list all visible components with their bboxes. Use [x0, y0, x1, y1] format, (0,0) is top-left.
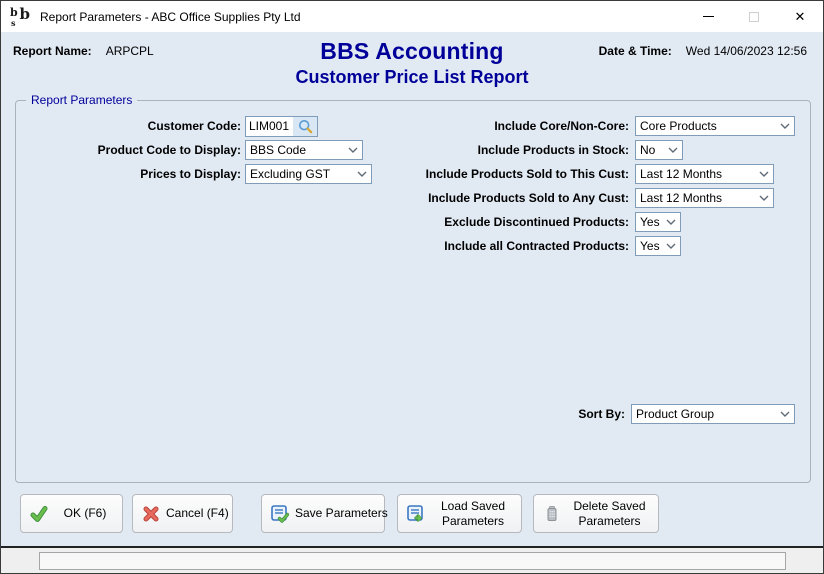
- sold-any-cust-combo[interactable]: Last 12 Months: [635, 188, 774, 208]
- load-saved-parameters-label: Load Saved Parameters: [431, 499, 515, 528]
- chevron-down-icon: [780, 123, 790, 129]
- combo-value: Product Group: [636, 407, 780, 421]
- close-button[interactable]: ✕: [777, 1, 823, 32]
- save-parameters-button[interactable]: Save Parameters: [261, 494, 385, 533]
- chevron-down-icon: [759, 195, 769, 201]
- status-bar: [1, 548, 823, 574]
- sold-this-cust-combo[interactable]: Last 12 Months: [635, 164, 774, 184]
- exclude-discontinued-combo[interactable]: Yes: [635, 212, 681, 232]
- chevron-down-icon: [348, 147, 358, 153]
- delete-saved-parameters-button[interactable]: Delete Saved Parameters: [533, 494, 659, 533]
- combo-value: No: [640, 143, 668, 157]
- combo-value: Last 12 Months: [640, 191, 759, 205]
- bbs-app-icon: b s b: [10, 7, 32, 27]
- sort-by-label: Sort By:: [431, 404, 625, 424]
- cross-icon: [142, 505, 160, 523]
- product-code-display-combo[interactable]: BBS Code: [245, 140, 363, 160]
- include-contracted-label: Include all Contracted Products:: [391, 236, 629, 256]
- window-title: Report Parameters - ABC Office Supplies …: [40, 10, 301, 24]
- datetime-row: Date & Time: Wed 14/06/2023 12:56: [599, 44, 807, 58]
- customer-code-label: Customer Code:: [11, 116, 241, 136]
- chevron-down-icon: [357, 171, 367, 177]
- delete-saved-parameters-label: Delete Saved Parameters: [567, 499, 652, 528]
- save-disk-icon: [271, 505, 289, 523]
- ok-button[interactable]: OK (F6): [20, 494, 123, 533]
- datetime-value: Wed 14/06/2023 12:56: [686, 44, 807, 58]
- maximize-icon: [749, 12, 759, 22]
- logo-letter: b: [20, 7, 31, 22]
- include-contracted-combo[interactable]: Yes: [635, 236, 681, 256]
- combo-value: BBS Code: [250, 143, 348, 157]
- chevron-down-icon: [780, 411, 790, 417]
- combo-value: Yes: [640, 215, 666, 229]
- chevron-down-icon: [666, 243, 676, 249]
- minimize-button[interactable]: [685, 1, 731, 32]
- chevron-down-icon: [668, 147, 678, 153]
- prices-display-label: Prices to Display:: [11, 164, 241, 184]
- chevron-down-icon: [759, 171, 769, 177]
- title-bar: b s b Report Parameters - ABC Office Sup…: [1, 1, 823, 32]
- prices-display-combo[interactable]: Excluding GST: [245, 164, 372, 184]
- include-core-label: Include Core/Non-Core:: [391, 116, 629, 136]
- sold-any-cust-label: Include Products Sold to Any Cust:: [391, 188, 629, 208]
- load-saved-parameters-button[interactable]: Load Saved Parameters: [397, 494, 522, 533]
- close-icon: ✕: [795, 10, 806, 23]
- exclude-discontinued-label: Exclude Discontinued Products:: [391, 212, 629, 232]
- save-parameters-label: Save Parameters: [295, 506, 388, 520]
- chevron-down-icon: [666, 219, 676, 225]
- magnifier-icon: [298, 119, 313, 134]
- minimize-icon: [703, 16, 714, 17]
- cancel-button-label: Cancel (F4): [166, 506, 229, 520]
- load-disk-icon: [407, 505, 425, 523]
- report-parameters-window: b s b Report Parameters - ABC Office Sup…: [0, 0, 824, 574]
- logo-letter: s: [11, 19, 16, 27]
- check-icon: [30, 505, 48, 523]
- product-code-display-label: Product Code to Display:: [11, 140, 241, 160]
- trash-icon: [543, 505, 561, 523]
- sold-this-cust-label: Include Products Sold to This Cust:: [391, 164, 629, 184]
- logo-letter: b: [10, 7, 18, 18]
- groupbox-label: Report Parameters: [26, 93, 137, 108]
- products-in-stock-combo[interactable]: No: [635, 140, 683, 160]
- cancel-button[interactable]: Cancel (F4): [132, 494, 233, 533]
- datetime-label: Date & Time:: [599, 44, 672, 58]
- combo-value: Core Products: [640, 119, 780, 133]
- status-message-box: [39, 552, 786, 570]
- sort-by-combo[interactable]: Product Group: [631, 404, 795, 424]
- products-in-stock-label: Include Products in Stock:: [391, 140, 629, 160]
- ok-button-label: OK (F6): [54, 506, 116, 520]
- combo-value: Yes: [640, 239, 666, 253]
- combo-value: Last 12 Months: [640, 167, 759, 181]
- window-controls: ✕: [685, 1, 823, 32]
- customer-lookup-button[interactable]: [293, 117, 317, 136]
- maximize-button[interactable]: [731, 1, 777, 32]
- include-core-combo[interactable]: Core Products: [635, 116, 795, 136]
- combo-value: Excluding GST: [250, 167, 357, 181]
- customer-code-value: LIM001: [246, 117, 293, 136]
- customer-code-field[interactable]: LIM001: [245, 116, 318, 137]
- page-title: Customer Price List Report: [1, 67, 823, 88]
